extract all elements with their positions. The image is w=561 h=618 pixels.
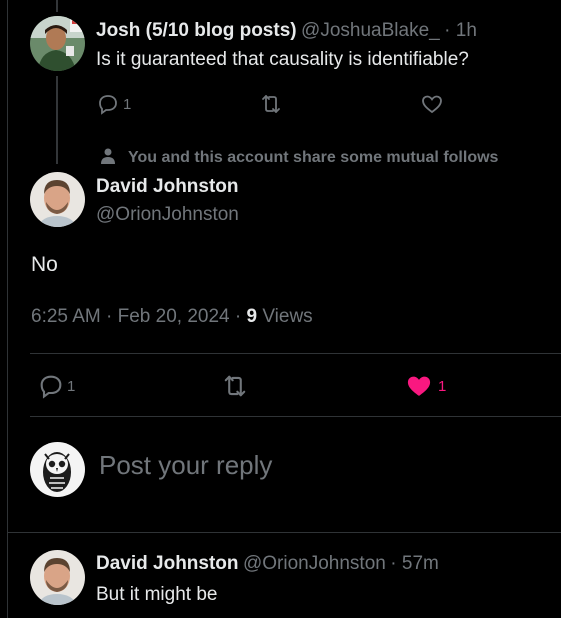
- parent-author-handle[interactable]: @JoshuaBlake_: [301, 20, 440, 41]
- focus-like-button[interactable]: 1: [405, 372, 446, 400]
- divider: [7, 532, 561, 533]
- social-context: You and this account share some mutual f…: [98, 146, 498, 167]
- focus-reply-count: 1: [67, 377, 76, 395]
- social-context-text: You and this account share some mutual f…: [128, 149, 499, 166]
- parent-reply-button[interactable]: 1: [96, 92, 131, 116]
- reply-icon: [40, 375, 62, 399]
- reply-tweet-text: But it might be: [96, 584, 218, 605]
- timeline-border: [7, 0, 8, 618]
- focus-tweet-meta: 6:25 AM · Feb 20, 2024 · 9 Views: [31, 306, 313, 328]
- like-icon: [422, 95, 442, 114]
- thread-line-top: [56, 0, 58, 12]
- views-label: Views: [262, 306, 313, 327]
- parent-retweet-button[interactable]: [258, 92, 284, 116]
- person-icon: [101, 148, 115, 164]
- avatar-current-user[interactable]: [30, 442, 85, 497]
- focus-tweet-date[interactable]: Feb 20, 2024: [118, 306, 230, 327]
- parent-author-name[interactable]: Josh (5/10 blog posts): [96, 20, 297, 41]
- retweet-icon: [224, 375, 246, 397]
- focus-author-name[interactable]: David Johnston: [96, 176, 239, 198]
- focus-retweet-button[interactable]: [220, 372, 250, 400]
- parent-tweet-time[interactable]: · 1h: [444, 20, 477, 41]
- reply-tweet-time[interactable]: · 57m: [390, 553, 439, 574]
- meta-separator: ·: [106, 306, 113, 327]
- meta-separator: ·: [234, 306, 242, 327]
- reply-author-name[interactable]: David Johnston: [96, 553, 239, 574]
- avatar-david[interactable]: [30, 172, 85, 227]
- parent-tweet-text: Is it guaranteed that causality is ident…: [96, 49, 469, 70]
- focus-tweet-time[interactable]: 6:25 AM: [31, 306, 101, 327]
- parent-like-button[interactable]: [420, 92, 444, 116]
- parent-tweet-header: Josh (5/10 blog posts) @JoshuaBlake_ · 1…: [96, 20, 477, 42]
- reply-icon: [99, 95, 117, 115]
- reply-input[interactable]: Post your reply: [99, 450, 272, 481]
- divider: [30, 416, 561, 417]
- focus-tweet-text: No: [31, 253, 58, 276]
- focus-reply-button[interactable]: 1: [37, 372, 75, 400]
- retweet-icon: [262, 95, 280, 113]
- like-icon-filled: [407, 376, 431, 396]
- avatar-josh[interactable]: [30, 16, 85, 71]
- reply-author-handle[interactable]: @OrionJohnston: [243, 553, 386, 574]
- parent-reply-count: 1: [123, 95, 132, 113]
- avatar-david-reply[interactable]: [30, 550, 85, 605]
- focus-author-handle[interactable]: @OrionJohnston: [96, 204, 239, 226]
- focus-like-count: 1: [438, 377, 447, 395]
- divider: [30, 353, 561, 354]
- views-count: 9: [246, 306, 258, 327]
- thread-line-connector: [56, 76, 58, 164]
- reply-tweet-header: David Johnston @OrionJohnston · 57m: [96, 553, 439, 575]
